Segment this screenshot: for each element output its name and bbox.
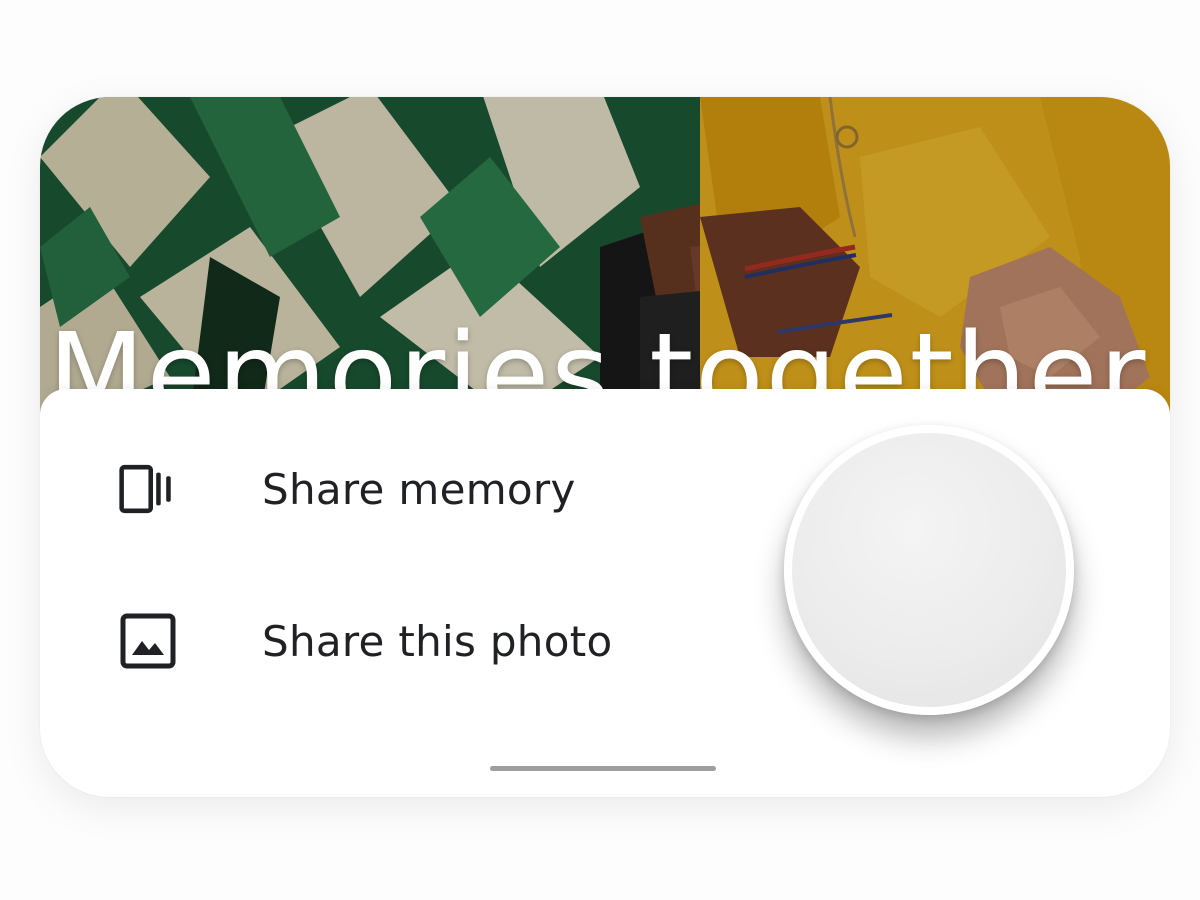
share-photo-label: Share this photo <box>262 616 613 666</box>
shutter-button[interactable] <box>784 425 1074 715</box>
share-photo-button[interactable]: Share this photo <box>40 586 760 696</box>
share-memory-label: Share memory <box>262 464 576 514</box>
share-sheet: Share memory Share this photo <box>40 389 1170 797</box>
memory-stack-icon <box>118 459 178 519</box>
image-icon <box>118 611 178 671</box>
memory-photo[interactable]: Memories together <box>40 97 1170 417</box>
memory-card: Memories together Share memory Share thi… <box>40 97 1170 797</box>
sheet-drag-handle[interactable] <box>490 766 716 771</box>
share-memory-button[interactable]: Share memory <box>40 434 760 544</box>
screen: Memories together Share memory Share thi… <box>0 0 1200 900</box>
